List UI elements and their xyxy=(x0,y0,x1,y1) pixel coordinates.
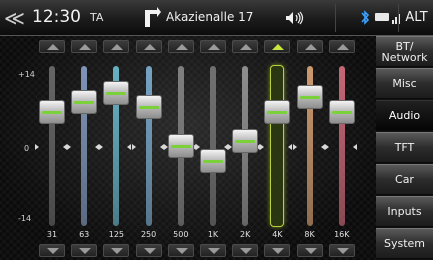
scale-mid-label: 0 xyxy=(24,144,30,153)
eq-down-button[interactable] xyxy=(103,244,130,257)
menu-item-audio[interactable]: Audio xyxy=(376,100,433,131)
eq-band-label: 125 xyxy=(108,230,125,239)
eq-band: 63 xyxy=(67,36,100,260)
equalizer-panel: +14 0 -14 31 63 125 250 500 1K 2K 4K 8K 16K xyxy=(0,36,376,260)
street-name: Akazienalle 17 xyxy=(166,10,254,24)
menu-item-car[interactable]: Car xyxy=(376,164,433,195)
eq-band: 250 xyxy=(131,36,164,260)
eq-down-button[interactable] xyxy=(200,244,226,257)
eq-band: 31 xyxy=(35,36,67,260)
zero-marker-left-icon xyxy=(292,144,297,150)
eq-band: 125 xyxy=(99,36,132,260)
eq-up-button[interactable] xyxy=(296,40,323,53)
zero-marker-left-icon xyxy=(324,144,329,150)
eq-band: 16K xyxy=(324,36,357,260)
eq-band-label: 8K xyxy=(304,230,315,239)
eq-band: 1K xyxy=(196,36,228,260)
eq-slider-knob[interactable] xyxy=(71,90,98,115)
alt-button[interactable]: ALT xyxy=(400,10,433,25)
eq-up-button[interactable] xyxy=(328,40,355,53)
menu-item-label: Car xyxy=(395,173,414,186)
zero-marker-left-icon xyxy=(35,144,39,150)
menu-item-label: TFT xyxy=(394,141,415,154)
eq-up-button[interactable] xyxy=(39,40,65,53)
eq-slider-track[interactable] xyxy=(271,66,284,226)
zero-marker-left-icon xyxy=(131,144,136,150)
eq-slider-knob[interactable] xyxy=(200,148,226,173)
menu-item-system[interactable]: System xyxy=(376,228,433,259)
zero-marker-left-icon xyxy=(196,144,200,150)
turn-arrow-icon xyxy=(145,7,161,27)
ta-indicator: TA xyxy=(90,11,104,24)
eq-slider-knob[interactable] xyxy=(167,134,194,158)
menu-item-label: Misc xyxy=(392,77,417,90)
eq-band-label: 16K xyxy=(334,230,350,239)
eq-slider-knob[interactable] xyxy=(135,95,162,120)
eq-slider-track[interactable] xyxy=(145,66,152,226)
clock: 12:30 xyxy=(32,7,81,27)
eq-up-button[interactable] xyxy=(103,40,130,53)
eq-down-button[interactable] xyxy=(39,244,65,257)
menu-item-label: Network xyxy=(381,51,428,64)
eq-up-button[interactable] xyxy=(232,40,259,53)
zero-marker-left-icon xyxy=(67,144,72,150)
eq-slider-knob[interactable] xyxy=(39,100,65,124)
eq-down-button[interactable] xyxy=(328,244,355,257)
zero-marker-left-icon xyxy=(260,144,265,150)
eq-slider-knob[interactable] xyxy=(264,100,291,124)
eq-band-label: 250 xyxy=(140,230,157,239)
eq-down-button[interactable] xyxy=(167,244,194,257)
menu-item-tft[interactable]: TFT xyxy=(376,132,433,163)
eq-band: 2K xyxy=(228,36,261,260)
back-icon[interactable]: ≪ xyxy=(4,6,25,30)
scale-bottom-label: -14 xyxy=(18,214,32,223)
eq-up-button[interactable] xyxy=(135,40,162,53)
eq-band-label: 63 xyxy=(79,230,90,239)
menu-item-misc[interactable]: Misc xyxy=(376,68,433,99)
divider xyxy=(335,4,336,32)
divider xyxy=(398,4,399,32)
menu-item-label: Inputs xyxy=(387,205,422,218)
eq-band-label: 4K xyxy=(272,230,283,239)
eq-slider-track[interactable] xyxy=(49,66,55,226)
menu-item-label: System xyxy=(383,237,426,250)
eq-down-button[interactable] xyxy=(135,244,162,257)
battery-icon xyxy=(375,13,389,21)
eq-up-button[interactable] xyxy=(71,40,98,53)
menu-item-label: Audio xyxy=(388,109,421,122)
eq-slider-knob[interactable] xyxy=(296,85,323,110)
speaker-icon[interactable] xyxy=(285,11,305,25)
eq-band: 4K xyxy=(260,36,293,260)
eq-slider-track[interactable] xyxy=(338,66,345,226)
eq-band-label: 1K xyxy=(207,230,219,239)
eq-slider-knob[interactable] xyxy=(328,100,355,124)
eq-slider-knob[interactable] xyxy=(232,129,259,154)
eq-up-button[interactable] xyxy=(264,40,291,53)
eq-band-label: 500 xyxy=(173,230,189,239)
eq-band: 500 xyxy=(163,36,196,260)
menu-item-inputs[interactable]: Inputs xyxy=(376,196,433,227)
eq-down-button[interactable] xyxy=(296,244,323,257)
bluetooth-icon xyxy=(361,10,370,25)
eq-slider-track[interactable] xyxy=(210,66,216,226)
eq-up-button[interactable] xyxy=(200,40,226,53)
eq-band-label: 2K xyxy=(240,230,251,239)
eq-band: 8K xyxy=(292,36,325,260)
scale-top-label: +14 xyxy=(18,70,35,79)
eq-up-button[interactable] xyxy=(167,40,194,53)
zero-marker-right-icon xyxy=(352,144,357,150)
eq-band-label: 31 xyxy=(46,230,58,239)
eq-down-button[interactable] xyxy=(264,244,291,257)
eq-down-button[interactable] xyxy=(232,244,259,257)
status-bar: ≪ 12:30 TA Akazienalle 17 ALT xyxy=(0,0,433,36)
eq-down-button[interactable] xyxy=(71,244,98,257)
zero-marker-left-icon xyxy=(99,144,104,150)
eq-slider-knob[interactable] xyxy=(103,80,130,105)
menu-item-bt-network[interactable]: BT/ Network xyxy=(376,36,433,67)
settings-menu: BT/ Network Misc Audio TFT Car Inputs Sy… xyxy=(376,36,433,260)
